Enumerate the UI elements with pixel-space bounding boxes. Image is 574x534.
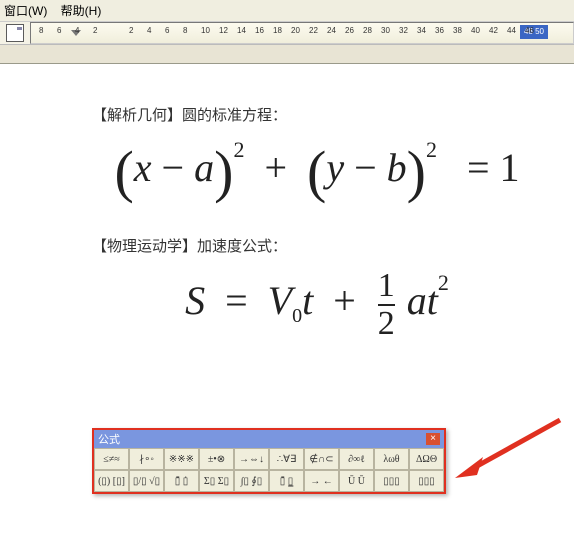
ruler-tick: 44 [507,26,516,35]
formula-palette-button[interactable]: ∤∘◦ [129,448,164,470]
ruler-tick: 26 [345,26,354,35]
ruler-tick: 8 [39,26,43,35]
ruler-tick: 6 [165,26,169,35]
menu-window[interactable]: 窗口(W) [4,4,47,18]
formula-toolbar-body: ≤≠≈∤∘◦※※※±•⊗→⇔↓∴∀∃∉∩⊂∂∞ℓλωθΔΩΘ (▯) [▯]▯/▯… [94,448,444,492]
ruler-tick: 34 [417,26,426,35]
formula-palette-button[interactable]: ※※※ [164,448,199,470]
ruler-tick: 30 [381,26,390,35]
ruler-tick: 42 [489,26,498,35]
ruler-tick: 14 [237,26,246,35]
ruler-tick: 20 [291,26,300,35]
ruler-tick: 24 [327,26,336,35]
formula-palette-button[interactable]: Σ▯ Σ▯ [199,470,234,492]
ruler-tick: 12 [219,26,228,35]
formula-toolbar-titlebar[interactable]: 公式 × [94,430,444,448]
formula-palette-button[interactable]: ▯▯▯ [409,470,444,492]
ruler-tick: 16 [255,26,264,35]
equation-circle[interactable]: (x − a)2 + (y − b)2 = 1 [60,137,574,205]
ruler-tick: 28 [363,26,372,35]
menu-help[interactable]: 帮助(H) [61,4,102,18]
caption-acceleration-formula: 【物理运动学】加速度公式： [92,235,574,256]
formula-palette-button[interactable]: ∴∀∃ [269,448,304,470]
formula-palette-button[interactable]: Ū Ū [339,470,374,492]
ruler-tick: 2 [129,26,133,35]
equation-acceleration[interactable]: S = V0t + 1 2 at2 [60,268,574,342]
formula-toolbar-title: 公式 [98,431,120,447]
ruler-tick: 8 [183,26,187,35]
ruler-tick: 18 [273,26,282,35]
formula-palette-button[interactable]: ▯̄ ▯̲ [269,470,304,492]
formula-palette-button[interactable]: ≤≠≈ [94,448,129,470]
document-icon[interactable] [6,24,24,42]
formula-palette-button[interactable]: → ← [304,470,339,492]
caption-circle-equation: 【解析几何】圆的标准方程： [92,104,574,125]
ruler-tick: 10 [201,26,210,35]
formula-palette-button[interactable]: ∂∞ℓ [339,448,374,470]
ruler-tick: 46 [525,26,534,35]
formula-palette-button[interactable]: ▯/▯ √▯ [129,470,164,492]
ruler-tick: 40 [471,26,480,35]
formula-palette-button[interactable]: ∫▯ ∮▯ [234,470,269,492]
formula-palette-button[interactable]: (▯) [▯] [94,470,129,492]
ruler-row: 48 50 8642246810121416182022242628303234… [0,22,574,45]
ruler-tick: 36 [435,26,444,35]
ruler-tick: 6 [57,26,61,35]
formula-toolbar: 公式 × ≤≠≈∤∘◦※※※±•⊗→⇔↓∴∀∃∉∩⊂∂∞ℓλωθΔΩΘ (▯) [… [92,428,446,494]
formula-palette-button[interactable]: ±•⊗ [199,448,234,470]
formula-palette-button[interactable]: ▯̄ ▯̇ [164,470,199,492]
ruler-tick: 2 [93,26,97,35]
horizontal-ruler[interactable]: 48 50 8642246810121416182022242628303234… [30,22,574,44]
ruler-tick: 22 [309,26,318,35]
formula-palette-button[interactable]: ΔΩΘ [409,448,444,470]
close-icon[interactable]: × [426,433,440,445]
formula-palette-button[interactable]: →⇔↓ [234,448,269,470]
ruler-tick: 38 [453,26,462,35]
formula-palette-button[interactable]: λωθ [374,448,409,470]
ruler-tick: 32 [399,26,408,35]
formula-palette-button[interactable]: ▯▯▯ [374,470,409,492]
formula-palette-button[interactable]: ∉∩⊂ [304,448,339,470]
ruler-tick: 4 [75,26,79,35]
ruler-tick: 4 [147,26,151,35]
menu-bar: 窗口(W) 帮助(H) [0,0,574,22]
